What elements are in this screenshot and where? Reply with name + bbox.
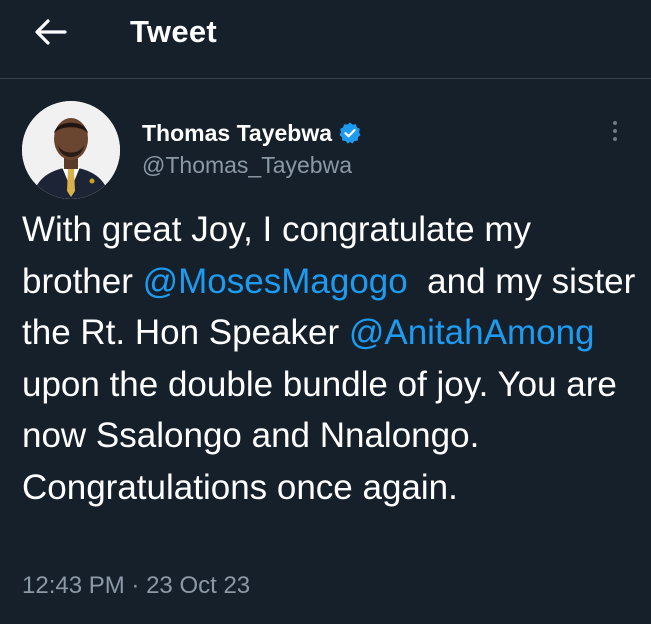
top-bar: Tweet: [0, 0, 651, 79]
mention-link[interactable]: @AnitahAmong: [349, 313, 595, 352]
meta-separator: ·: [131, 572, 140, 599]
back-button[interactable]: [28, 12, 72, 52]
arrow-left-icon: [35, 19, 67, 45]
author-name-row[interactable]: Thomas Tayebwa: [142, 118, 362, 148]
tweet-time: 12:43 PM: [22, 572, 125, 599]
author-display-name[interactable]: Thomas Tayebwa: [142, 120, 332, 147]
verified-badge-icon: [339, 122, 361, 144]
tweet-timestamp[interactable]: 12:43 PM · 23 Oct 23: [22, 570, 250, 602]
tweet-text: With great Joy, I congratulate my brothe…: [22, 204, 637, 513]
tweet-date: 23 Oct 23: [146, 572, 251, 599]
profile-photo: [22, 101, 120, 199]
avatar[interactable]: [22, 101, 120, 199]
page-title: Tweet: [130, 14, 218, 49]
mention-link[interactable]: @MosesMagogo: [143, 262, 408, 301]
more-options-button[interactable]: [604, 116, 626, 146]
more-vertical-icon: [613, 121, 617, 125]
author-handle[interactable]: @Thomas_Tayebwa: [142, 150, 352, 180]
